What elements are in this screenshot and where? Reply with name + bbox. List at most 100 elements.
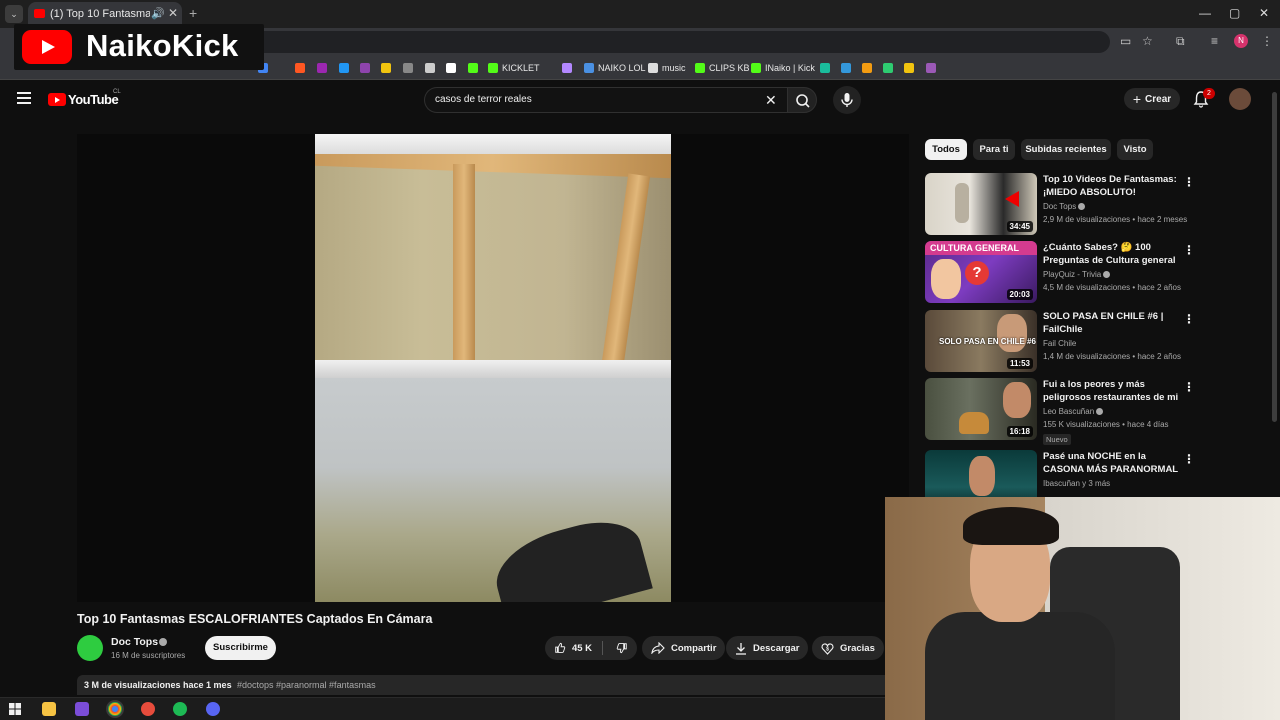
minimize-button[interactable]: — (1199, 6, 1211, 20)
file-explorer-icon[interactable] (42, 702, 56, 716)
browser-tab[interactable]: (1) Top 10 Fantasmas ESCALOFRIANTES 🔊 ✕ (28, 2, 182, 26)
more-options-icon[interactable]: ⋮ (1183, 380, 1195, 394)
obs-icon[interactable] (141, 702, 155, 716)
profile-icon[interactable]: N (1234, 34, 1248, 48)
recommendation-channel[interactable]: PlayQuiz - Trivia (1043, 270, 1111, 279)
bookmark-item[interactable] (403, 60, 413, 76)
chip-para-ti[interactable]: Para ti (973, 139, 1015, 160)
like-count[interactable]: 45 K (572, 643, 592, 654)
recommendation-title[interactable]: ¿Cuánto Sabes? 🤔 100 Preguntas de Cultur… (1043, 241, 1185, 267)
create-button[interactable]: + Crear (1124, 88, 1180, 110)
recommendation-title[interactable]: Top 10 Videos De Fantasmas: ¡MIEDO ABSOL… (1043, 173, 1185, 199)
bookmark-item[interactable] (562, 60, 572, 76)
bookmark-item[interactable] (446, 60, 456, 76)
close-window-button[interactable]: ✕ (1259, 6, 1269, 20)
bookmark-favicon-icon (883, 63, 893, 73)
bookmark-item[interactable] (339, 60, 349, 76)
recommendation-title[interactable]: Pasé una NOCHE en la CASONA MÁS PARANORM… (1043, 450, 1185, 476)
thanks-button[interactable]: $ Gracias (812, 636, 884, 660)
thumbs-up-icon[interactable] (554, 641, 566, 655)
subscribe-button[interactable]: Suscribirme (205, 636, 276, 660)
spotify-icon[interactable] (173, 702, 187, 716)
search-button[interactable] (787, 87, 817, 113)
verified-icon (1103, 271, 1111, 279)
hashtags[interactable]: #doctops #paranormal #fantasmas (237, 680, 376, 690)
bookmark-item[interactable]: INaiko | Kick (751, 60, 815, 76)
video-thumbnail[interactable] (925, 450, 1037, 498)
recommendation-item[interactable]: CULTURA GENERAL ? 20:03 ¿Cuánto Sabes? 🤔… (925, 241, 1205, 303)
discord-icon[interactable] (206, 702, 220, 716)
bookmark-item[interactable] (317, 60, 327, 76)
clear-search-icon[interactable]: ✕ (765, 92, 777, 109)
bookmark-item[interactable] (862, 60, 872, 76)
menu-icon[interactable] (17, 92, 31, 104)
video-thumbnail[interactable]: CULTURA GENERAL ? 20:03 (925, 241, 1037, 303)
tab-search-button[interactable]: ⌄ (5, 5, 23, 23)
bookmark-item[interactable] (926, 60, 936, 76)
maximize-button[interactable]: ▢ (1229, 6, 1240, 20)
youtube-logo-icon[interactable] (48, 93, 66, 106)
bookmark-item[interactable]: CLIPS KB (695, 60, 750, 76)
recommendation-item[interactable]: 16:18 Fui a los peores y más peligrosos … (925, 378, 1205, 445)
download-button[interactable]: Descargar (726, 636, 809, 660)
video-thumbnail[interactable]: SOLO PASA EN CHILE #6 11:53 (925, 310, 1037, 372)
bookmark-item[interactable] (295, 60, 305, 76)
bookmark-favicon-icon (468, 63, 478, 73)
description-box[interactable]: 3 M de visualizaciones hace 1 mes #docto… (77, 675, 909, 695)
more-options-icon[interactable]: ⋮ (1183, 452, 1195, 466)
media-controls-icon[interactable]: ≡ (1211, 34, 1218, 48)
bookmark-item[interactable] (360, 60, 370, 76)
bookmark-item[interactable]: KICKLET (488, 60, 540, 76)
new-tab-button[interactable]: + (189, 5, 197, 21)
recommendation-item[interactable]: SOLO PASA EN CHILE #6 11:53 SOLO PASA EN… (925, 310, 1205, 372)
bookmark-item[interactable]: music (648, 60, 686, 76)
recommendation-item[interactable]: 34:45 Top 10 Videos De Fantasmas: ¡MIEDO… (925, 173, 1205, 235)
recommendation-channel[interactable]: Leo Bascuñan (1043, 407, 1104, 416)
video-player[interactable] (77, 134, 909, 602)
close-icon[interactable]: ✕ (168, 6, 178, 20)
more-options-icon[interactable]: ⋮ (1183, 312, 1195, 326)
share-button[interactable]: Compartir (642, 636, 726, 660)
chip-subidas-recientes[interactable]: Subidas recientes (1021, 139, 1111, 160)
video-thumbnail[interactable]: 34:45 (925, 173, 1037, 235)
recommendation-title[interactable]: Fui a los peores y más peligrosos restau… (1043, 378, 1185, 404)
windows-start-icon[interactable] (9, 702, 23, 716)
search-query[interactable]: casos de terror reales (435, 94, 532, 105)
bookmark-item[interactable] (820, 60, 830, 76)
bookmark-item[interactable] (841, 60, 851, 76)
account-avatar[interactable] (1229, 88, 1251, 110)
chip-todos[interactable]: Todos (925, 139, 967, 160)
bookmark-item[interactable] (904, 60, 914, 76)
speaker-icon[interactable]: 🔊 (151, 7, 165, 20)
omnibox[interactable] (240, 31, 1110, 53)
video-thumbnail[interactable]: 16:18 (925, 378, 1037, 440)
more-options-icon[interactable]: ⋮ (1183, 243, 1195, 257)
recommendation-item[interactable]: Pasé una NOCHE en la CASONA MÁS PARANORM… (925, 450, 1205, 498)
thumbs-down-icon[interactable] (616, 641, 628, 655)
bookmark-item[interactable] (468, 60, 478, 76)
bookmark-star-icon[interactable]: ☆ (1142, 34, 1153, 48)
chrome-icon[interactable] (108, 702, 122, 716)
recommendation-channel[interactable]: Fail Chile (1043, 339, 1076, 348)
video-app-icon[interactable] (75, 702, 89, 716)
more-options-icon[interactable]: ⋮ (1183, 175, 1195, 189)
sidebar-scrollbar[interactable] (1272, 92, 1277, 422)
bookmark-item[interactable] (425, 60, 435, 76)
region-code: CL (113, 89, 121, 95)
recommendation-channel[interactable]: Doc Tops (1043, 202, 1086, 211)
chrome-menu-icon[interactable]: ⋮ (1261, 34, 1273, 48)
bookmark-item[interactable] (381, 60, 391, 76)
channel-name[interactable]: Doc Tops (111, 636, 158, 648)
channel-avatar[interactable] (77, 635, 103, 661)
cast-icon[interactable]: ▭ (1120, 34, 1131, 48)
search-input[interactable]: casos de terror reales ✕ (424, 87, 787, 113)
bookmark-item[interactable]: NAIKO LOL (584, 60, 646, 76)
bookmark-item[interactable] (883, 60, 893, 76)
bookmark-favicon-icon (360, 63, 370, 73)
voice-search-button[interactable] (833, 86, 861, 114)
recommendation-title[interactable]: SOLO PASA EN CHILE #6 | FailChile (1043, 310, 1185, 336)
extensions-icon[interactable]: ⧉ (1176, 34, 1185, 49)
chip-visto[interactable]: Visto (1117, 139, 1153, 160)
recommendation-channel[interactable]: Ibascuñan y 3 más (1043, 479, 1110, 488)
youtube-logo-text[interactable]: YouTube (68, 92, 119, 107)
